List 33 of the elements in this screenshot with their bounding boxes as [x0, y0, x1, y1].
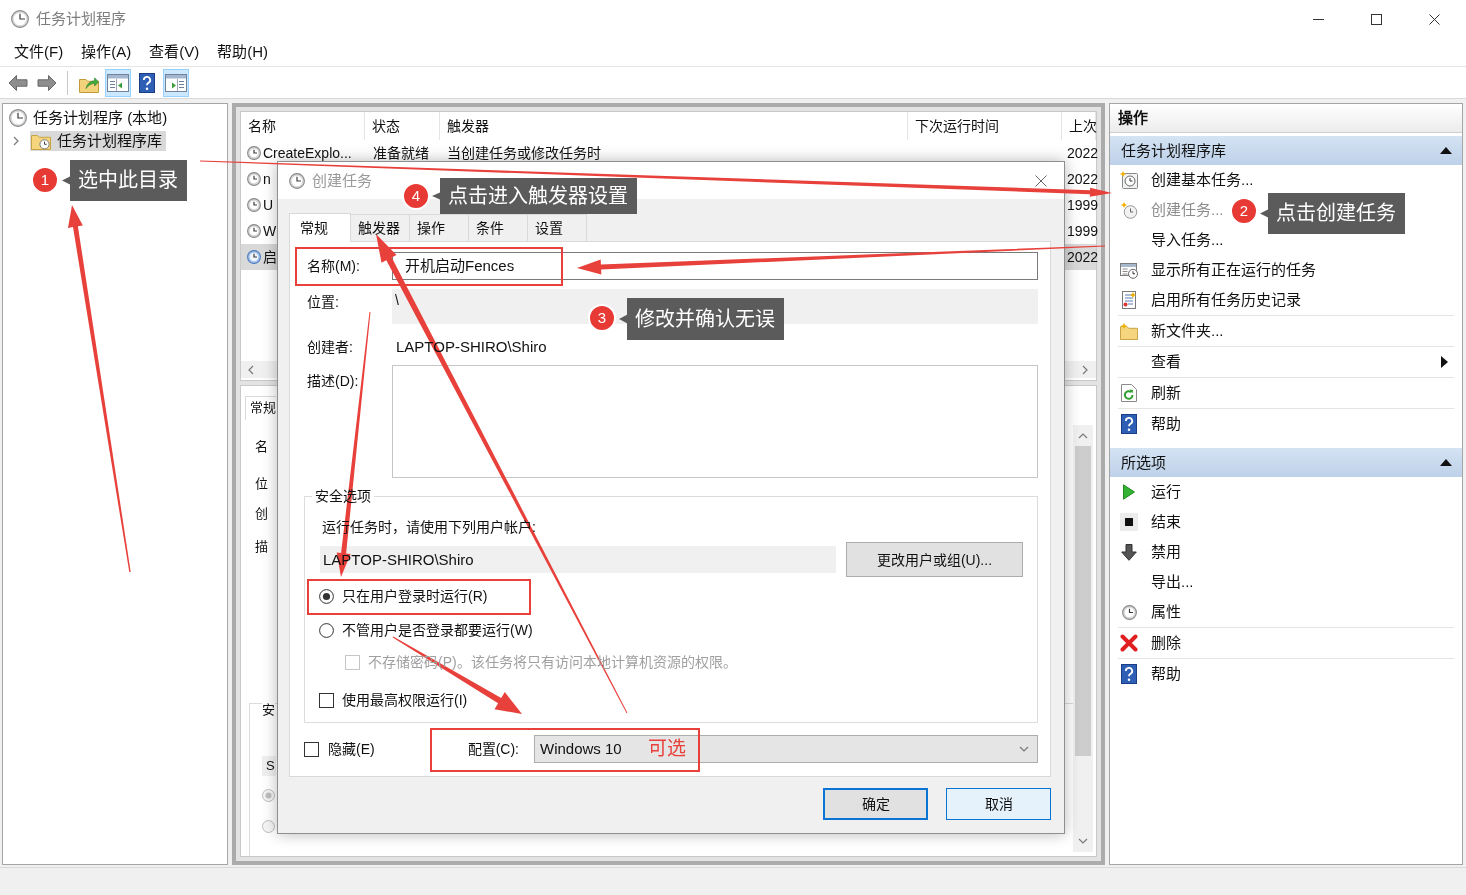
window-title: 任务计划程序 [36, 9, 126, 29]
account-field: S [262, 756, 276, 776]
callout-label: 点击创建任务 [1260, 193, 1405, 234]
table-cell: 启 [263, 249, 277, 265]
field-label: 描述(D): [307, 372, 360, 391]
callout-label: 点击进入触发器设置 [432, 178, 637, 214]
table-cell: 准备就绪 [373, 145, 429, 161]
field-label: 名称(M): [307, 257, 361, 276]
field-label: 配置(C): [467, 740, 519, 759]
table-cell: 1999 [1067, 223, 1099, 239]
dialog-title: 创建任务 [312, 170, 372, 191]
option-label: 使用最高权限运行(I) [342, 691, 468, 710]
option-label: 不管用户是否登录都要运行(W) [342, 621, 533, 640]
table-cell: 2022 [1067, 249, 1099, 265]
table-cell: 1999 [1067, 197, 1099, 213]
callout-label: 修改并确认无误 [619, 298, 784, 340]
callout-label: 选中此目录 [62, 160, 187, 201]
annotation-note: 可选 [648, 737, 686, 761]
field-label: 描 [255, 538, 269, 556]
table-cell: W [263, 223, 277, 239]
field-label: 位 [255, 475, 269, 493]
field-label: 名 [255, 438, 269, 456]
table-cell: n [263, 171, 271, 187]
table-cell: 2022 [1067, 171, 1099, 187]
option-label: 隐藏(E) [328, 740, 375, 759]
table-cell: U [263, 197, 274, 213]
table-cell: 当创建任务或修改任务时 [447, 145, 601, 161]
table-cell: 2022 [1067, 145, 1099, 161]
option-label: 只在用户登录时运行(R) [342, 587, 488, 606]
field-label: 创建者: [307, 338, 354, 357]
table-cell: CreateExplo... [263, 145, 352, 161]
field-label: 位置: [307, 293, 340, 312]
field-label: 创 [255, 505, 269, 523]
